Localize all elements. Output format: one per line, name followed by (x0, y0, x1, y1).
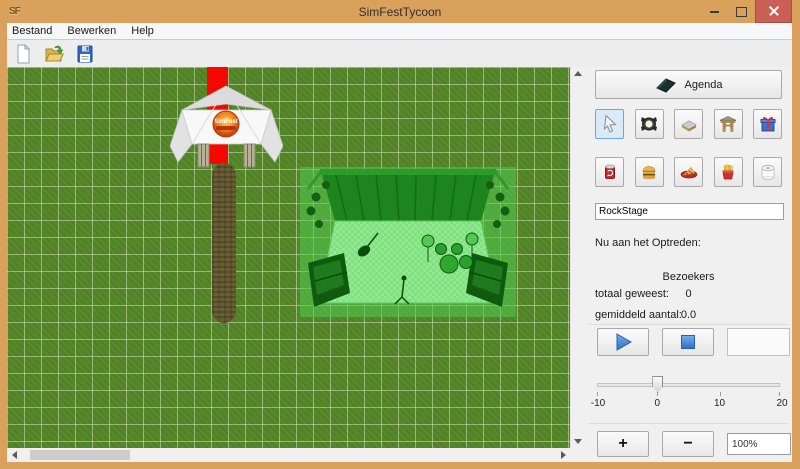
fries-tool-button[interactable] (714, 157, 743, 187)
speed-slider[interactable]: -10 0 10 20 (595, 373, 782, 413)
agenda-label: Agenda (685, 79, 723, 91)
zoom-level-field[interactable] (727, 433, 791, 455)
toolbar (7, 40, 792, 68)
close-icon (769, 6, 779, 16)
client-area: Bestand Bewerken Help (7, 23, 792, 462)
maximize-button[interactable] (728, 0, 755, 23)
open-file-icon (44, 44, 64, 64)
drink-can-icon (600, 162, 620, 182)
slider-tick (720, 392, 721, 396)
play-icon (612, 331, 634, 353)
slider-tick (779, 392, 780, 396)
cursor-icon (600, 114, 620, 134)
toilet-roll-tool-button[interactable] (753, 157, 782, 187)
agenda-book-icon (655, 76, 677, 94)
slider-label-min: -10 (591, 398, 605, 409)
gift-tool-button[interactable] (753, 109, 782, 139)
slider-label-zero: 0 (654, 398, 660, 409)
fries-icon (718, 162, 738, 182)
stage-name-input[interactable] (595, 203, 784, 220)
maximize-icon (736, 7, 747, 17)
entrance-tent[interactable]: SimFest (170, 84, 283, 170)
spotlight-icon (639, 114, 659, 134)
window-frame: SF SimFestTycoon Bestand Bewerken Help (0, 0, 800, 469)
horizontal-scroll-thumb[interactable] (30, 450, 130, 460)
agenda-button[interactable]: Agenda (595, 70, 782, 99)
entrance-gate-icon (718, 114, 738, 134)
tool-row-food (595, 157, 782, 187)
window-title: SimFestTycoon (0, 5, 800, 19)
now-playing-box (727, 328, 790, 356)
menu-bar: Bestand Bewerken Help (7, 23, 792, 40)
dirt-path[interactable] (212, 163, 236, 323)
average-visitors-value: 0.0 (585, 309, 792, 321)
open-file-button[interactable] (43, 43, 65, 65)
menu-help[interactable]: Help (131, 25, 154, 37)
menu-bewerken[interactable]: Bewerken (67, 25, 116, 37)
stop-button[interactable] (662, 328, 714, 356)
hamburger-icon (639, 162, 659, 182)
drink-can-tool-button[interactable] (595, 157, 624, 187)
scroll-up-icon (574, 71, 582, 76)
divider (589, 324, 788, 325)
toilet-roll-icon (758, 162, 778, 182)
now-playing-label: Nu aan het Optreden: (595, 237, 701, 249)
menu-bestand[interactable]: Bestand (12, 25, 52, 37)
horizontal-scrollbar[interactable] (7, 448, 570, 462)
save-file-button[interactable] (74, 43, 96, 65)
zoom-out-button[interactable]: − (662, 431, 714, 457)
vertical-scrollbar[interactable] (570, 67, 586, 448)
scroll-up-button[interactable] (571, 67, 585, 80)
slider-track[interactable] (597, 383, 780, 387)
pizza-tool-button[interactable] (674, 157, 703, 187)
slider-tick (657, 392, 658, 396)
new-file-icon (13, 44, 33, 64)
slider-label-ten: 10 (714, 398, 725, 409)
entrance-gate-tool-button[interactable] (714, 109, 743, 139)
scroll-down-button[interactable] (571, 435, 585, 448)
play-button[interactable] (597, 328, 649, 356)
select-tool-button[interactable] (595, 109, 624, 139)
festival-map-canvas[interactable]: SimFest (7, 67, 570, 448)
control-panel: Agenda (585, 67, 792, 462)
title-bar: SF SimFestTycoon (0, 0, 800, 23)
slider-tick (597, 392, 598, 396)
hamburger-tool-button[interactable] (635, 157, 664, 187)
stage-preview[interactable] (300, 167, 516, 317)
new-file-button[interactable] (12, 43, 34, 65)
save-file-icon (75, 44, 95, 64)
slider-label-max: 20 (776, 398, 787, 409)
close-button[interactable] (755, 0, 792, 23)
scroll-left-button[interactable] (7, 448, 21, 461)
minimize-icon (710, 11, 719, 13)
slider-thumb[interactable] (652, 376, 663, 393)
window-controls (701, 0, 792, 23)
minimize-button[interactable] (701, 0, 728, 23)
divider (589, 423, 788, 424)
stage-platform-icon (679, 114, 699, 134)
scroll-right-icon (561, 451, 566, 459)
stage-platform-tool-button[interactable] (674, 109, 703, 139)
tent-logo-text: SimFest (214, 119, 237, 125)
scroll-right-button[interactable] (556, 448, 570, 461)
total-visitors-value: 0 (585, 288, 792, 300)
pizza-icon (679, 162, 699, 182)
spotlight-tool-button[interactable] (635, 109, 664, 139)
visitors-header: Bezoekers (585, 271, 792, 283)
scroll-down-icon (574, 439, 582, 444)
zoom-in-button[interactable]: + (597, 431, 649, 457)
gift-icon (758, 114, 778, 134)
stop-icon (678, 332, 698, 352)
scroll-left-icon (12, 451, 17, 459)
tool-row-structures (595, 109, 782, 139)
